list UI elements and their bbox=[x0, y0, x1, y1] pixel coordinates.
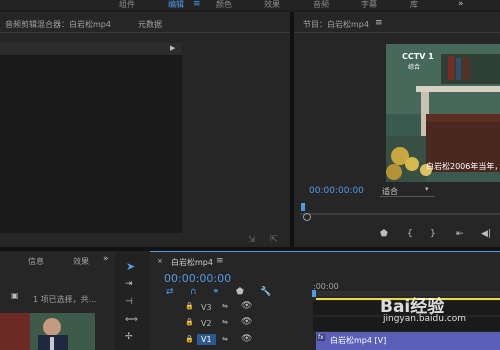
clip-label: 白岩松mp4 [V] bbox=[330, 336, 387, 345]
folder-icon[interactable]: ▣ bbox=[11, 292, 19, 300]
export-frame-icon[interactable]: ⇲ bbox=[248, 236, 256, 245]
metadata-tab[interactable]: 元数据 bbox=[138, 19, 162, 30]
nest-sequence-icon[interactable]: ⇄ bbox=[166, 288, 174, 297]
track-name[interactable]: V2 bbox=[201, 319, 212, 328]
sync-lock-icon[interactable]: ⇋ bbox=[222, 336, 228, 343]
panel-divider bbox=[0, 32, 290, 33]
clip-fx-badge: fx bbox=[317, 334, 325, 341]
thumbnail-image bbox=[0, 313, 95, 350]
timeline-clip[interactable]: fx 白岩松mp4 [V] bbox=[316, 332, 500, 350]
playhead-marker[interactable] bbox=[301, 203, 305, 211]
audio-mixer-tab[interactable]: 音频剪辑混合器：白岩松mp4 bbox=[5, 19, 111, 30]
channel-logo-sub: 综合 bbox=[408, 64, 421, 71]
workspace-tab-assembly[interactable]: 组件 bbox=[119, 0, 135, 10]
razor-tool-icon[interactable]: ✢ bbox=[125, 333, 133, 342]
double-chevron-right-icon[interactable]: » bbox=[458, 0, 464, 9]
program-video-frame[interactable]: CCTV 1 综合 白岩松2006年当年， bbox=[386, 44, 500, 182]
lock-icon[interactable]: 🔒 bbox=[185, 336, 194, 343]
project-status: 1 项已选择，共... bbox=[33, 295, 97, 304]
selection-tool-icon[interactable]: ➤ bbox=[126, 261, 135, 272]
export-icon[interactable]: ⇱ bbox=[270, 236, 278, 245]
add-marker-icon[interactable]: ⬟ bbox=[236, 288, 244, 297]
snap-icon[interactable]: ∩ bbox=[190, 288, 197, 297]
eye-icon[interactable]: 👁 bbox=[241, 318, 252, 327]
mixer-content-area bbox=[0, 55, 182, 233]
timeline-timecode[interactable]: 00:00:00:00 bbox=[164, 272, 231, 285]
workspace-tab-libraries[interactable]: 库 bbox=[410, 0, 418, 10]
sync-lock-icon[interactable]: ⇋ bbox=[222, 303, 228, 310]
sequence-tab[interactable]: 白岩松mp4 bbox=[171, 257, 213, 268]
program-monitor-title[interactable]: 节目：白岩松mp4 bbox=[303, 19, 369, 30]
program-timecode[interactable]: 00:00:00:00 bbox=[309, 186, 364, 196]
play-triangle-icon[interactable]: ▶ bbox=[170, 45, 175, 52]
workspace-tab-editing[interactable]: 编辑 bbox=[168, 0, 184, 10]
track-header-v2: 🔒 V2 ⇋ 👁 bbox=[150, 316, 313, 332]
eye-icon[interactable]: 👁 bbox=[241, 302, 252, 311]
track-name[interactable]: V3 bbox=[201, 303, 212, 312]
close-icon[interactable]: × bbox=[157, 258, 163, 265]
double-chevron-right-icon[interactable]: » bbox=[103, 255, 109, 264]
lock-icon[interactable]: 🔒 bbox=[185, 303, 194, 310]
mixer-header-strip bbox=[0, 43, 182, 55]
track-name[interactable]: V1 bbox=[197, 334, 216, 345]
ripple-edit-tool-icon[interactable]: ⊣ bbox=[125, 298, 133, 307]
go-to-in-icon[interactable]: ⇤ bbox=[456, 230, 464, 239]
wrench-icon[interactable]: 🔧 bbox=[260, 288, 271, 297]
workspace-tab-color[interactable]: 颜色 bbox=[216, 0, 232, 10]
clip-thumbnail[interactable] bbox=[0, 313, 95, 350]
watermark-url: jingyan.baidu.com bbox=[383, 314, 467, 324]
track-select-tool-icon[interactable]: ⇥ bbox=[125, 280, 133, 289]
hamburger-icon[interactable]: ≡ bbox=[193, 0, 201, 9]
chevron-down-icon[interactable]: ▾ bbox=[425, 186, 429, 193]
playhead[interactable] bbox=[312, 290, 316, 297]
workspace-tab-audio[interactable]: 音频 bbox=[313, 0, 329, 10]
panel-divider bbox=[294, 32, 500, 33]
hamburger-icon[interactable]: ≡ bbox=[216, 257, 224, 266]
mark-in-icon[interactable]: { bbox=[407, 230, 413, 239]
select-underline bbox=[380, 196, 435, 197]
marker-icon[interactable]: ⬟ bbox=[380, 230, 388, 239]
workspace-bar: 组件 编辑 ≡ 颜色 效果 音频 字幕 库 » bbox=[0, 0, 500, 10]
channel-logo: CCTV 1 bbox=[402, 52, 434, 61]
linked-selection-icon[interactable]: ⚭ bbox=[212, 288, 220, 297]
zoom-handle[interactable] bbox=[303, 213, 311, 221]
effects-tab[interactable]: 效果 bbox=[73, 256, 89, 267]
info-tab[interactable]: 信息 bbox=[28, 256, 44, 267]
lock-icon[interactable]: 🔒 bbox=[185, 319, 194, 326]
step-back-icon[interactable]: ◀| bbox=[481, 230, 491, 239]
workspace-tab-titles[interactable]: 字幕 bbox=[361, 0, 377, 10]
ruler-start-time: :00:00 bbox=[313, 282, 339, 291]
eye-icon[interactable]: 👁 bbox=[241, 335, 252, 344]
workspace-tab-effects[interactable]: 效果 bbox=[264, 0, 280, 10]
mark-out-icon[interactable]: } bbox=[430, 230, 436, 239]
video-caption: 白岩松2006年当年， bbox=[426, 162, 500, 171]
sync-lock-icon[interactable]: ⇋ bbox=[222, 319, 228, 326]
track-header-v1: 🔒 V1 ⇋ 👁 bbox=[150, 332, 313, 350]
rate-stretch-tool-icon[interactable]: ⟺ bbox=[125, 316, 138, 325]
track-header-v3: 🔒 V3 ⇋ 👁 bbox=[150, 300, 313, 316]
program-scrubber[interactable] bbox=[300, 213, 500, 215]
active-panel-highlight bbox=[150, 251, 500, 252]
hamburger-icon[interactable]: ≡ bbox=[375, 19, 383, 28]
